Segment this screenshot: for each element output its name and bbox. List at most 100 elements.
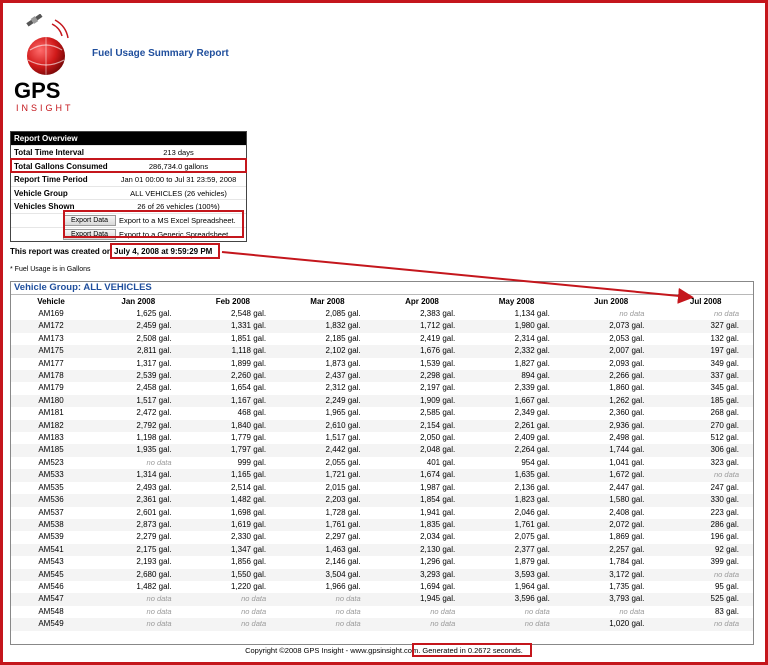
fuel-unit-note: * Fuel Usage is in Gallons: [10, 266, 91, 273]
page-title: Fuel Usage Summary Report: [92, 48, 229, 59]
fuel-cell: 1,539 gal.: [420, 358, 456, 368]
fuel-cell: 399 gal.: [710, 557, 739, 567]
overview-label: Vehicle Group: [14, 188, 68, 198]
table-row: AM177 1,317 gal. 1,899 gal. 1,873 gal. 1,539…: [11, 358, 753, 370]
fuel-cell: 2,680 gal.: [91, 568, 186, 581]
fuel-cell: 1,676 gal.: [374, 345, 470, 358]
fuel-cell: 2,514 gal.: [230, 482, 267, 492]
fuel-cell: no data: [146, 606, 172, 616]
fuel-cell: 2,260 gal.: [185, 370, 281, 383]
overview-row-gallons: Total Gallons Consumed 286,734.0 gallons: [10, 157, 247, 173]
fuel-cell: no data: [430, 606, 456, 616]
vehicle-cell: AM179: [38, 383, 64, 393]
table-row: AM178 2,539 gal. 2,260 gal. 2,437 gal. 2,298…: [11, 370, 753, 383]
overview-value: 213 days: [163, 148, 194, 157]
fuel-cell: 2,007 gal.: [563, 345, 659, 358]
fuel-cell: 2,193 gal.: [136, 557, 172, 567]
fuel-cell: 1,118 gal.: [185, 345, 281, 358]
table-row: AM181 2,472 gal. 468 gal. 1,965 gal. 2,585 g…: [11, 407, 753, 419]
fuel-cell: 2,154 gal.: [374, 419, 470, 433]
fuel-cell: 1,797 gal.: [185, 444, 281, 457]
fuel-cell: 2,585 gal.: [420, 408, 456, 418]
vehicle-cell: AM177: [38, 358, 64, 368]
fuel-cell: 2,298 gal.: [374, 370, 470, 383]
fuel-cell: 1,980 gal.: [469, 320, 564, 333]
fuel-cell: no data: [185, 593, 281, 606]
fuel-cell: 2,548 gal.: [230, 309, 267, 318]
fuel-cell: no data: [374, 618, 470, 631]
overview-row-period: Report Time Period Jan 01 00:00 to Jul 3…: [11, 172, 246, 186]
fuel-cell: 268 gal.: [710, 408, 739, 418]
fuel-cell: 1,262 gal.: [563, 394, 659, 408]
fuel-cell: 1,873 gal.: [325, 358, 361, 368]
fuel-cell: no data: [713, 309, 739, 318]
table-row: AM536 2,361 gal. 1,482 gal. 2,203 gal. 1,854…: [11, 494, 753, 507]
table-row: AM535 2,493 gal. 2,514 gal. 2,015 gal. 1,987…: [11, 482, 753, 494]
fuel-cell: 999 gal.: [237, 457, 267, 467]
fuel-cell: 2,197 gal.: [420, 383, 456, 393]
satellite-globe-icon: GPS INSIGHT: [14, 13, 71, 113]
fuel-cell: 2,130 gal.: [374, 543, 470, 557]
fuel-cell: no data: [658, 469, 753, 482]
fuel-cell: 306 gal.: [658, 444, 753, 457]
fuel-cell: 2,493 gal.: [136, 482, 172, 492]
vehicle-cell: AM538: [11, 518, 91, 532]
fuel-cell: 1,784 gal.: [609, 557, 645, 567]
column-header: Jan 2008: [121, 297, 156, 306]
fuel-cell: 1,721 gal.: [280, 469, 375, 482]
fuel-cell: 1,779 gal.: [230, 433, 267, 443]
fuel-cell: 2,472 gal.: [136, 408, 172, 418]
vehicle-cell: AM182: [11, 419, 91, 433]
fuel-cell: 1,761 gal.: [280, 518, 375, 532]
fuel-cell: 2,055 gal.: [325, 457, 361, 467]
table-row: AM182 2,792 gal. 1,840 gal. 2,610 gal. 2,154…: [11, 419, 753, 433]
fuel-cell: 1,840 gal.: [185, 419, 281, 433]
fuel-cell: 1,165 gal.: [185, 469, 281, 482]
fuel-cell: 349 gal.: [710, 358, 739, 368]
fuel-cell: 1,966 gal.: [325, 581, 361, 591]
vehicle-cell: AM175: [11, 345, 91, 358]
fuel-cell: 2,297 gal.: [325, 532, 361, 542]
fuel-cell: 1,879 gal.: [514, 557, 550, 567]
fuel-cell: 1,020 gal.: [563, 618, 659, 631]
fuel-cell: 1,635 gal.: [469, 469, 564, 482]
footer-copyright: Copyright ©2008 GPS Insight - www.gpsins…: [245, 646, 421, 655]
table-row: AM537 2,601 gal. 1,698 gal. 1,728 gal. 1,941…: [11, 507, 753, 519]
fuel-cell: no data: [185, 618, 281, 631]
fuel-cell: 2,458 gal.: [136, 383, 172, 393]
fuel-cell: 2,046 gal.: [514, 507, 550, 517]
fuel-cell: 2,498 gal.: [609, 433, 645, 443]
fuel-cell: 2,314 gal.: [514, 333, 550, 343]
fuel-cell: 1,965 gal.: [325, 408, 361, 418]
table-row: AM548 no data no data no data no data no data…: [11, 606, 753, 618]
fuel-cell: 1,314 gal.: [91, 469, 186, 482]
overview-value: Jan 01 00:00 to Jul 31 23:59, 2008: [120, 175, 237, 184]
fuel-cell: 2,053 gal.: [609, 333, 645, 343]
table-row: AM180 1,517 gal. 1,167 gal. 2,249 gal. 1,909…: [11, 394, 753, 408]
table-row: AM547 no data no data no data 1,945 gal. 3,59…: [11, 593, 753, 606]
table-row: AM543 2,193 gal. 1,856 gal. 2,146 gal. 1,296…: [11, 556, 753, 568]
fuel-cell: no data: [91, 593, 186, 606]
vehicle-cell: AM173: [38, 333, 64, 343]
fuel-cell: 2,249 gal.: [280, 394, 375, 408]
fuel-cell: 1,761 gal.: [469, 518, 564, 532]
fuel-cell: 2,936 gal.: [563, 419, 659, 433]
overview-row-group: Vehicle Group ALL VEHICLES (26 vehicles): [11, 185, 246, 200]
fuel-cell: 1,220 gal.: [230, 581, 267, 591]
fuel-cell: 2,136 gal.: [514, 482, 550, 492]
fuel-cell: 330 gal.: [658, 494, 753, 507]
vehicle-cell: AM183: [38, 433, 64, 443]
vehicle-cell: AM537: [38, 507, 64, 517]
fuel-cell: 2,409 gal.: [514, 433, 550, 443]
fuel-cell: 2,050 gal.: [420, 433, 456, 443]
fuel-cell: 1,735 gal.: [609, 581, 645, 591]
fuel-cell: 337 gal.: [658, 370, 753, 383]
fuel-cell: 1,698 gal.: [230, 507, 267, 517]
fuel-cell: 1,869 gal.: [609, 532, 645, 542]
table-row: AM541 2,175 gal. 1,347 gal. 1,463 gal. 2,130…: [11, 543, 753, 557]
fuel-cell: 2,330 gal.: [230, 532, 267, 542]
fuel-cell: 1,694 gal.: [420, 581, 456, 591]
fuel-cell: 2,146 gal.: [325, 557, 361, 567]
fuel-cell: 2,339 gal.: [514, 383, 550, 393]
fuel-cell: 954 gal.: [521, 457, 550, 467]
